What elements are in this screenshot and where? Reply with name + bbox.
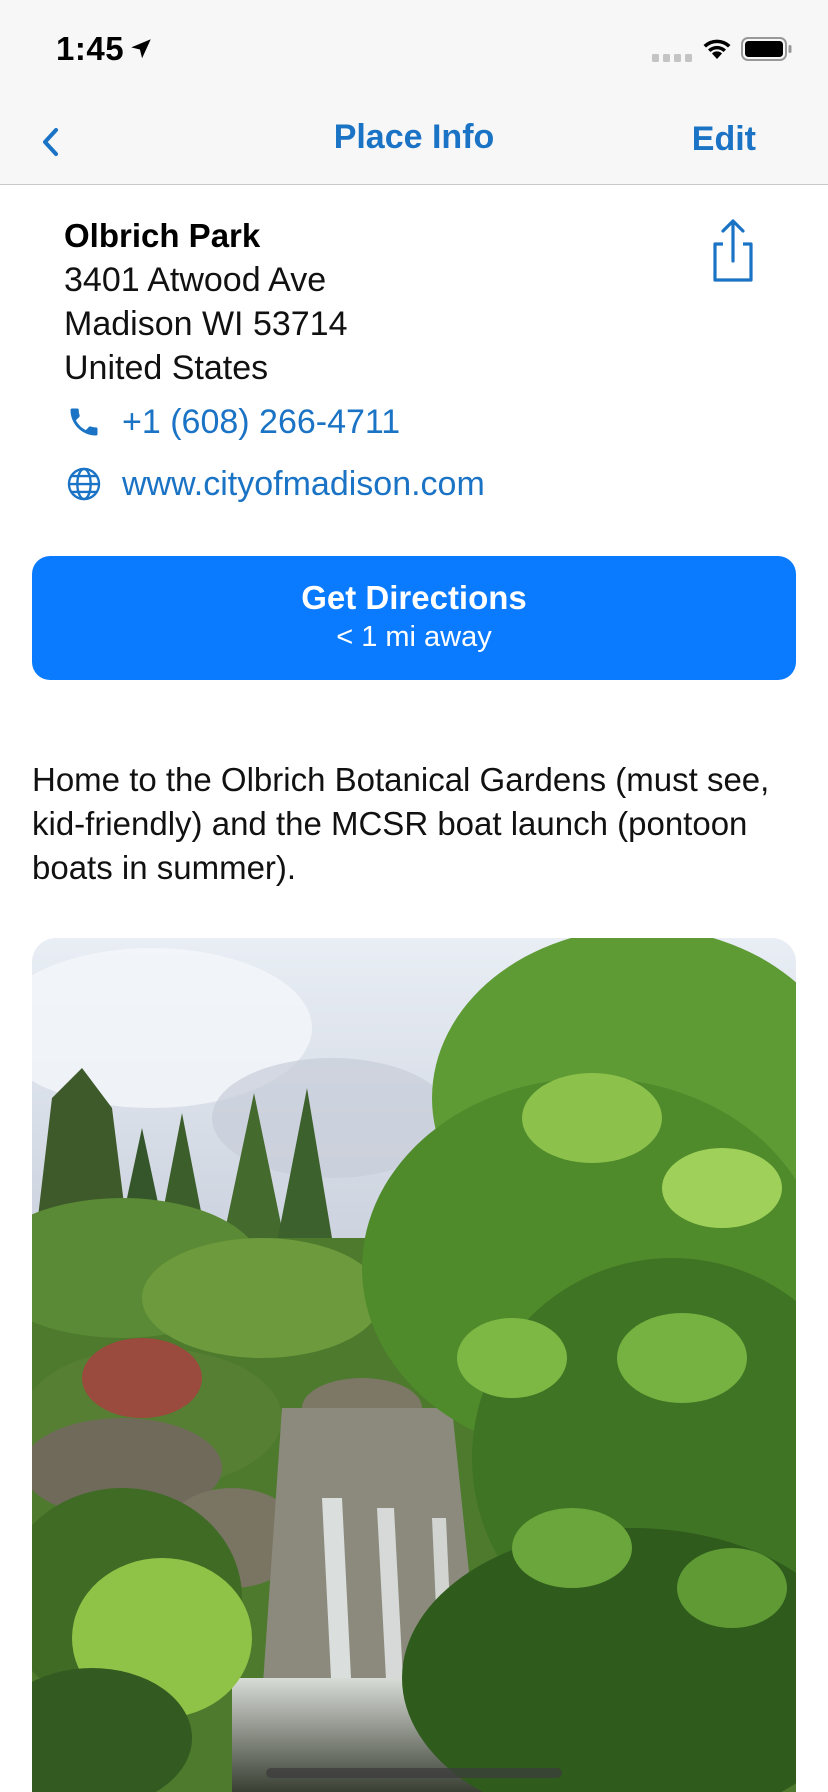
address-line-1: 3401 Atwood Ave (64, 261, 327, 299)
cellular-signal-icon (652, 54, 692, 62)
globe-icon (64, 464, 104, 504)
share-icon[interactable] (706, 218, 760, 284)
edit-button[interactable]: Edit (692, 120, 756, 159)
address-line-2: Madison WI 53714 (64, 305, 348, 343)
address-line-3: United States (64, 349, 269, 387)
battery-icon (741, 37, 792, 61)
website-row[interactable]: www.cityofmadison.com (64, 464, 485, 504)
phone-icon (64, 402, 104, 442)
phone-row[interactable]: +1 (608) 266-4711 (64, 402, 400, 442)
phone-link[interactable]: +1 (608) 266-4711 (122, 403, 400, 442)
directions-distance: < 1 mi away (336, 621, 492, 653)
place-description: Home to the Olbrich Botanical Gardens (m… (32, 761, 770, 886)
navigation-bar: Place Info Edit (0, 100, 828, 185)
get-directions-button[interactable]: Get Directions < 1 mi away (32, 556, 796, 680)
place-name: Olbrich Park (64, 217, 261, 254)
place-photo[interactable] (32, 938, 796, 1792)
website-link[interactable]: www.cityofmadison.com (122, 465, 485, 504)
status-bar: 1:45 (0, 0, 828, 100)
home-indicator (266, 1768, 562, 1778)
place-info: Olbrich Park 3401 Atwood Ave Madison WI … (64, 214, 704, 390)
directions-label: Get Directions (301, 579, 527, 616)
wifi-icon (703, 39, 731, 59)
location-arrow-icon (131, 39, 151, 59)
status-time: 1:45 (56, 30, 125, 67)
